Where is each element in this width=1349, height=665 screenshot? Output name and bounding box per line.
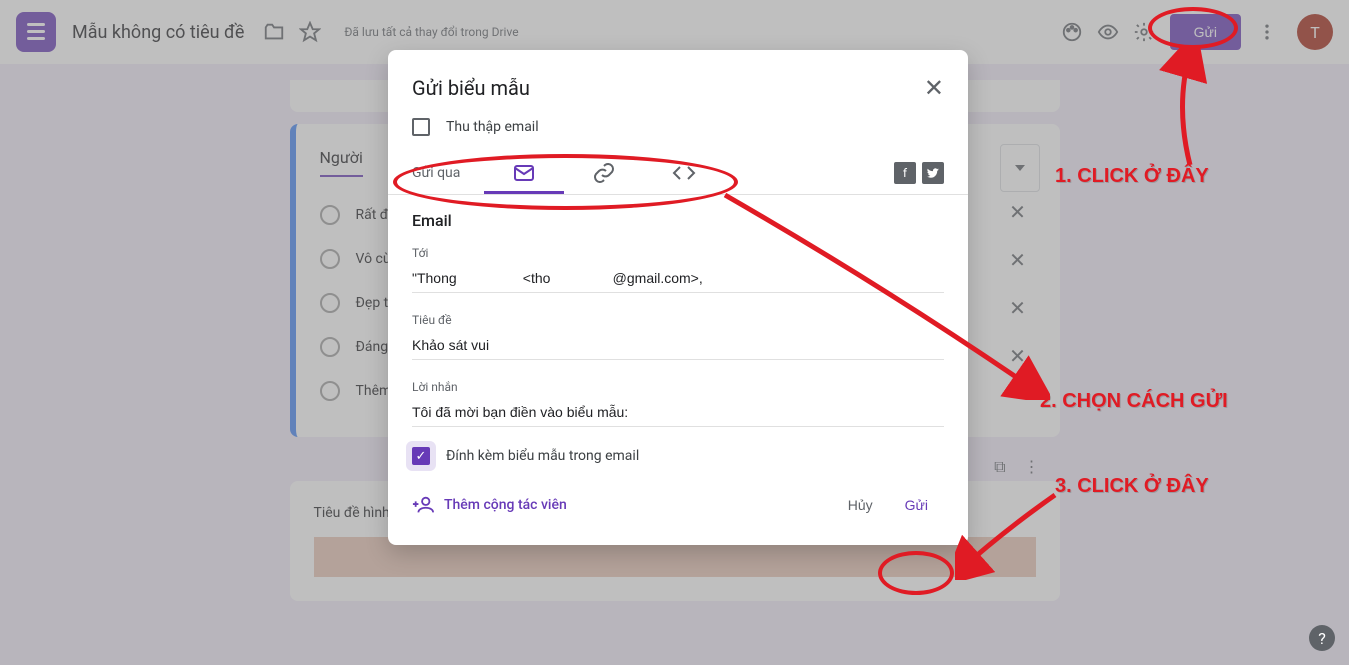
include-form-label: Đính kèm biểu mẫu trong email: [446, 448, 639, 464]
add-collaborators-button[interactable]: Thêm cộng tác viên: [412, 494, 567, 516]
question-type-dropdown[interactable]: [1000, 144, 1040, 192]
avatar[interactable]: T: [1297, 14, 1333, 50]
to-label: Tới: [412, 246, 944, 260]
palette-icon[interactable]: [1060, 20, 1084, 44]
radio-icon: [320, 205, 340, 225]
message-input[interactable]: [412, 398, 944, 427]
annotation-text-1: 1. CLICK Ở ĐÂY: [1055, 165, 1209, 188]
annotation-text-3: 3. CLICK Ở ĐÂY: [1055, 475, 1209, 498]
remove-option-icon[interactable]: ✕: [1006, 344, 1030, 368]
tab-email[interactable]: [484, 152, 564, 194]
remove-option-icon[interactable]: ✕: [1006, 296, 1030, 320]
toolbar-more-icon[interactable]: ⋮: [1024, 457, 1040, 477]
send-modal: Gửi biểu mẫu ✕ Thu thập email Gửi qua f …: [388, 50, 968, 545]
annotation-text-2: 2. CHỌN CÁCH GỬI: [1040, 390, 1228, 413]
form-title[interactable]: Mẫu không có tiêu đề: [72, 22, 244, 43]
radio-icon: [320, 293, 340, 313]
save-status: Đã lưu tất cả thay đổi trong Drive: [344, 24, 518, 41]
preview-icon[interactable]: [1096, 20, 1120, 44]
remove-option-icon[interactable]: ✕: [1006, 200, 1030, 224]
cancel-button[interactable]: Hủy: [832, 489, 889, 521]
star-icon[interactable]: [298, 20, 322, 44]
subject-input[interactable]: [412, 331, 944, 360]
radio-icon: [320, 337, 340, 357]
email-section-heading: Email: [412, 211, 944, 230]
include-form-checkbox[interactable]: [412, 447, 430, 465]
radio-icon: [320, 249, 340, 269]
to-input[interactable]: [412, 264, 944, 293]
send-via-label: Gửi qua: [412, 165, 460, 181]
forms-logo[interactable]: [16, 12, 56, 52]
remove-option-icon[interactable]: ✕: [1006, 248, 1030, 272]
toolbar-icon[interactable]: ⧉: [994, 457, 1005, 477]
twitter-icon[interactable]: [922, 162, 944, 184]
settings-icon[interactable]: [1132, 20, 1156, 44]
modal-send-button[interactable]: Gửi: [889, 489, 944, 521]
collect-email-checkbox[interactable]: [412, 118, 430, 136]
question-title[interactable]: Người: [320, 148, 363, 177]
send-button[interactable]: Gửi: [1170, 14, 1241, 50]
radio-icon: [320, 381, 340, 401]
close-icon[interactable]: ✕: [924, 74, 944, 102]
facebook-icon[interactable]: f: [894, 162, 916, 184]
message-label: Lời nhắn: [412, 380, 944, 394]
modal-title: Gửi biểu mẫu: [412, 76, 530, 100]
tab-embed[interactable]: [644, 152, 724, 194]
tab-link[interactable]: [564, 152, 644, 194]
more-icon[interactable]: [1255, 20, 1279, 44]
help-icon[interactable]: ?: [1309, 625, 1335, 651]
collect-email-label: Thu thập email: [446, 119, 539, 135]
subject-label: Tiêu đề: [412, 313, 944, 327]
folder-icon[interactable]: [262, 20, 286, 44]
